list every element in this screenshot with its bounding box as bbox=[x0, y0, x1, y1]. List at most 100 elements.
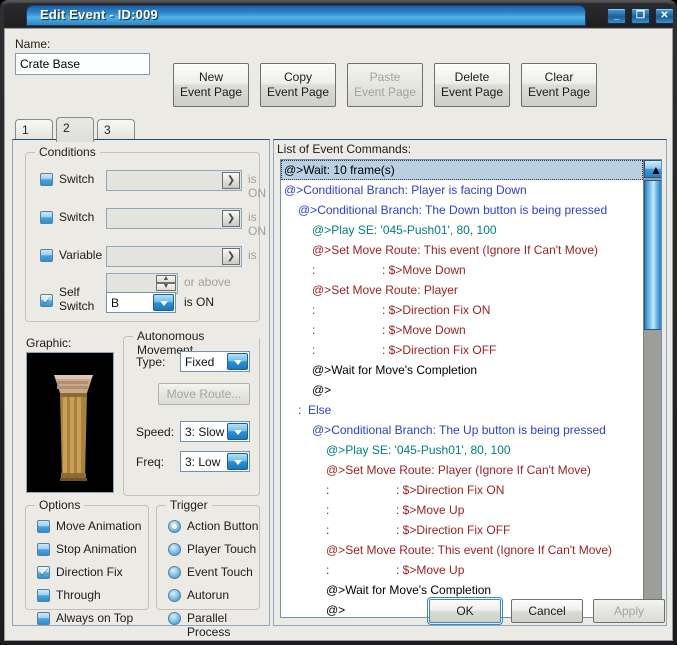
option-move-animation-checkbox[interactable] bbox=[37, 520, 50, 533]
graphic-label: Graphic: bbox=[26, 336, 72, 350]
tab-page-3[interactable]: 3 bbox=[97, 119, 135, 141]
paste-event-page-line1: Paste bbox=[369, 70, 401, 84]
movement-freq-combo[interactable]: 3: Low bbox=[180, 451, 250, 472]
command-row[interactable]: : : $>Move Down bbox=[281, 260, 643, 280]
scroll-up-button[interactable]: ▲ bbox=[644, 160, 662, 178]
condition-self-switch-checkbox[interactable] bbox=[40, 292, 53, 307]
command-row[interactable]: @>Play SE: '045-Push01', 80, 100 bbox=[281, 220, 643, 240]
copy-event-page-button[interactable]: Copy Event Page bbox=[260, 63, 336, 107]
command-row[interactable]: : : $>Direction Fix ON bbox=[281, 480, 643, 500]
conditions-title: Conditions bbox=[35, 145, 100, 159]
command-list-scrollbar[interactable]: ▲ ▼ bbox=[643, 160, 661, 617]
scrollbar-thumb[interactable] bbox=[644, 180, 661, 330]
command-row[interactable]: @>Set Move Route: Player (Ignore If Can'… bbox=[281, 460, 643, 480]
command-row[interactable]: : : $>Move Up bbox=[281, 500, 643, 520]
command-row[interactable]: @>Wait for Move's Completion bbox=[281, 580, 643, 600]
clear-event-page-button[interactable]: Clear Event Page bbox=[521, 63, 597, 107]
cancel-button[interactable]: Cancel bbox=[511, 599, 583, 623]
condition-switch2-combo: ❯ bbox=[106, 208, 242, 229]
command-row[interactable]: @>Conditional Branch: The Up button is b… bbox=[281, 420, 643, 440]
command-row[interactable]: @>Set Move Route: This event (Ignore If … bbox=[281, 240, 643, 260]
condition-variable-checkbox[interactable] bbox=[40, 249, 53, 262]
command-row-text: : : $>Move Up bbox=[326, 563, 465, 577]
trigger-title: Trigger bbox=[166, 498, 212, 512]
paste-event-page-line2: Event Page bbox=[353, 85, 417, 99]
command-row[interactable]: @>Play SE: '045-Push01', 80, 100 bbox=[281, 440, 643, 460]
chevron-up-icon: ▲ bbox=[650, 163, 662, 177]
command-row-text: @>Play SE: '045-Push01', 80, 100 bbox=[312, 223, 497, 237]
command-row[interactable]: @>Conditional Branch: Player is facing D… bbox=[281, 180, 643, 200]
trigger-parallel-process-radio[interactable] bbox=[168, 612, 181, 625]
trigger-player-touch-radio[interactable] bbox=[168, 543, 181, 556]
movement-speed-combo[interactable]: 3: Slow bbox=[180, 421, 250, 442]
event-page-panel: Conditions Switch ❯ is ON Switch ❯ is ON… bbox=[12, 139, 270, 639]
option-stop-animation-checkbox[interactable] bbox=[37, 543, 50, 556]
command-row-text: @>Wait for Move's Completion bbox=[326, 583, 492, 597]
trigger-group: Trigger Action Button Player Touch Event… bbox=[156, 498, 260, 639]
command-row[interactable]: : : $>Move Up bbox=[281, 560, 643, 580]
condition-switch2-checkbox[interactable] bbox=[40, 211, 53, 224]
minimize-button[interactable]: _ bbox=[607, 8, 626, 24]
chevron-down-icon[interactable] bbox=[227, 353, 248, 370]
command-row-text: @>Set Move Route: This event (Ignore If … bbox=[326, 543, 613, 557]
chevron-down-icon[interactable] bbox=[227, 423, 248, 440]
condition-switch1-checkbox[interactable] bbox=[40, 173, 53, 186]
paste-event-page-button: Paste Event Page bbox=[347, 63, 423, 107]
condition-self-switch-combo[interactable]: B bbox=[106, 292, 176, 313]
command-row[interactable]: @> bbox=[281, 380, 643, 400]
option-always-on-top-checkbox[interactable] bbox=[37, 612, 50, 625]
command-row[interactable]: @>Wait for Move's Completion bbox=[281, 360, 643, 380]
event-page-tabs: 1 2 3 bbox=[15, 117, 135, 142]
conditions-group: Conditions Switch ❯ is ON Switch ❯ is ON… bbox=[25, 145, 266, 322]
command-row[interactable]: @>Set Move Route: This event (Ignore If … bbox=[281, 540, 643, 560]
option-through-label: Through bbox=[56, 588, 101, 602]
condition-self-switch-suffix: is ON bbox=[184, 295, 214, 309]
event-command-list[interactable]: @>Wait: 10 frame(s) @>Conditional Branch:… bbox=[280, 159, 662, 618]
command-row[interactable]: : : $>Direction Fix ON bbox=[281, 300, 643, 320]
trigger-event-touch-radio[interactable] bbox=[168, 566, 181, 579]
command-row-text: @>Conditional Branch: The Down button is… bbox=[298, 203, 608, 217]
delete-event-page-button[interactable]: Delete Event Page bbox=[434, 63, 510, 107]
command-row[interactable]: : : $>Direction Fix OFF bbox=[281, 340, 643, 360]
new-event-page-line1: New bbox=[198, 70, 223, 84]
condition-switch2-label: Switch bbox=[59, 210, 95, 224]
chevron-down-icon[interactable] bbox=[153, 294, 174, 311]
option-through-checkbox[interactable] bbox=[37, 589, 50, 602]
condition-variable-amount-spinner: ▲ ▼ bbox=[106, 273, 178, 294]
chevron-down-icon[interactable] bbox=[227, 453, 248, 470]
command-list-label: List of Event Commands: bbox=[277, 142, 412, 156]
command-row[interactable]: @>Wait: 10 frame(s) bbox=[281, 160, 643, 180]
command-row[interactable]: @>Conditional Branch: The Down button is… bbox=[281, 200, 643, 220]
option-stop-animation-label: Stop Animation bbox=[56, 542, 137, 556]
new-event-page-button[interactable]: New Event Page bbox=[173, 63, 249, 107]
trigger-action-button-radio[interactable] bbox=[168, 520, 181, 533]
ok-button[interactable]: OK bbox=[427, 597, 503, 625]
title-bar: Edit Event - ID:009 _ ❐ ✕ bbox=[4, 3, 673, 27]
option-direction-fix-label: Direction Fix bbox=[56, 565, 123, 579]
clear-event-page-line2: Event Page bbox=[527, 85, 591, 99]
trigger-player-touch-label: Player Touch bbox=[187, 542, 257, 556]
close-button[interactable]: ✕ bbox=[655, 8, 673, 24]
delete-event-page-line1: Delete bbox=[454, 70, 490, 84]
command-row-text: : : $>Direction Fix OFF bbox=[326, 523, 511, 537]
command-row[interactable]: : : $>Direction Fix OFF bbox=[281, 520, 643, 540]
dialog-client-area: Name: New Event Page Copy Event Page Pas… bbox=[4, 28, 673, 641]
command-row-text: : : $>Move Up bbox=[326, 503, 465, 517]
trigger-autorun-radio[interactable] bbox=[168, 589, 181, 602]
command-row[interactable]: : : $>Move Down bbox=[281, 320, 643, 340]
command-row[interactable]: @>Set Move Route: Player bbox=[281, 280, 643, 300]
condition-variable-amount-suffix: or above bbox=[184, 275, 231, 289]
options-title: Options bbox=[35, 498, 85, 512]
maximize-button[interactable]: ❐ bbox=[631, 8, 650, 24]
movement-type-combo[interactable]: Fixed bbox=[180, 351, 250, 372]
tab-page-2[interactable]: 2 bbox=[56, 117, 94, 142]
option-direction-fix-checkbox[interactable] bbox=[37, 564, 50, 579]
name-label: Name: bbox=[15, 37, 51, 51]
name-input[interactable] bbox=[15, 53, 150, 75]
tab-page-1[interactable]: 1 bbox=[15, 119, 53, 141]
command-row-text: : Else bbox=[298, 403, 332, 417]
command-row[interactable]: : Else bbox=[281, 400, 643, 420]
condition-self-switch-value: B bbox=[111, 296, 120, 310]
graphic-preview[interactable] bbox=[26, 352, 114, 493]
command-row-text: @>Set Move Route: Player bbox=[312, 283, 458, 297]
